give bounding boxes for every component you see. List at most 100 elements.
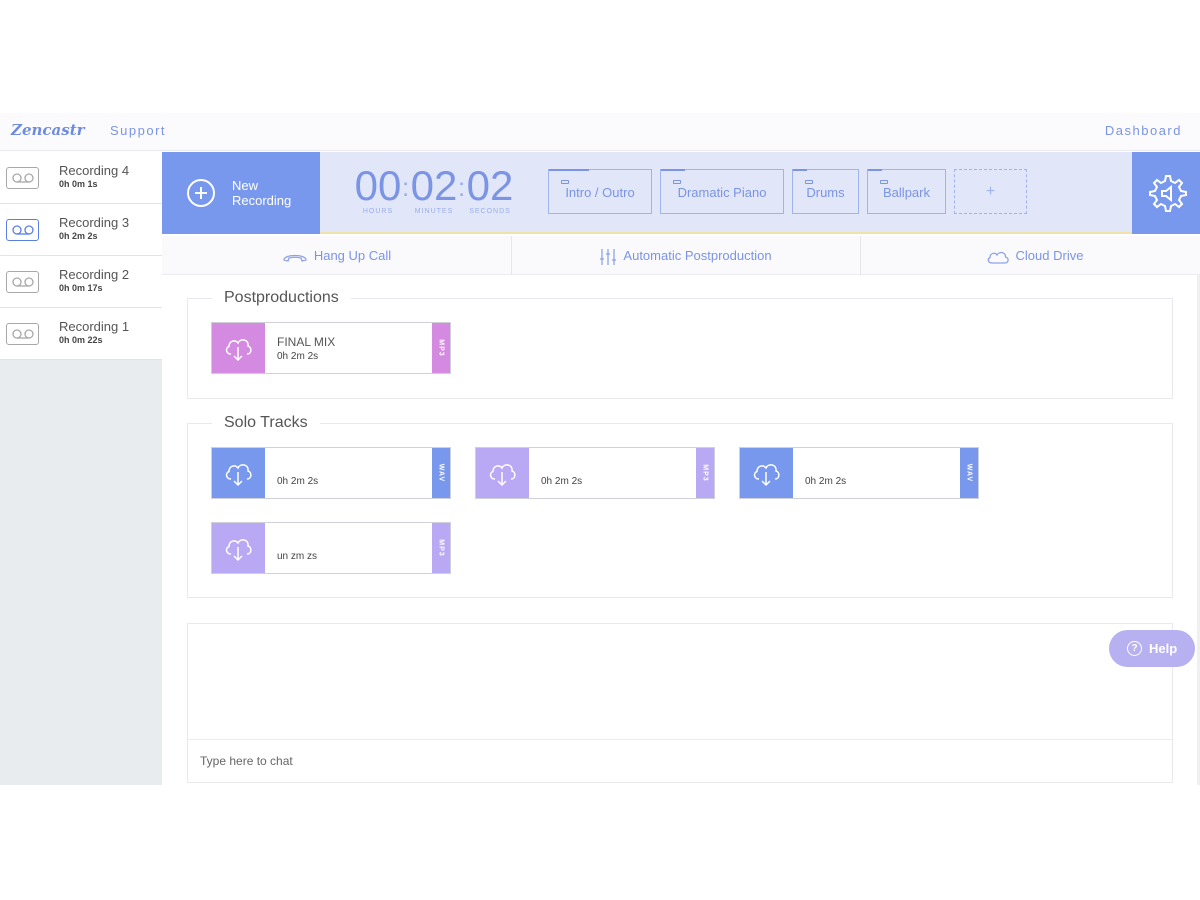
- new-recording-label-line1: New: [232, 178, 259, 193]
- download-button[interactable]: [212, 323, 265, 373]
- recording-duration: 0h 2m 2s: [59, 231, 98, 241]
- timer-separator: :: [402, 172, 410, 202]
- dashboard-link[interactable]: Dashboard: [1105, 123, 1182, 138]
- tape-icon: [6, 167, 39, 189]
- sound-progress-bar: [549, 169, 589, 171]
- recording-name: Recording 3: [59, 215, 130, 230]
- cloud-drive-button[interactable]: Cloud Drive: [860, 236, 1200, 275]
- sound-progress-bar: [661, 169, 685, 171]
- question-icon: ?: [1127, 641, 1142, 656]
- track-duration: un zm zs: [277, 551, 318, 562]
- cloud-drive-label: Cloud Drive: [1015, 248, 1084, 263]
- format-label: MP3: [437, 539, 445, 557]
- timer-hours-label: HOURS: [362, 208, 394, 215]
- download-button[interactable]: [476, 448, 529, 498]
- track-card: 0h 2m 2s WAV: [211, 447, 451, 499]
- solo-tracks-title: Solo Tracks: [212, 414, 320, 432]
- action-bar: Hang Up Call Automatic Postproduction Cl…: [162, 236, 1200, 275]
- tape-icon: [6, 323, 39, 345]
- sound-icon: [805, 180, 813, 184]
- top-bar: Zencastr Support Dashboard: [0, 113, 1200, 151]
- track-card: 0h 2m 2s WAV: [739, 447, 979, 499]
- help-label: Help: [1149, 641, 1178, 656]
- timer-seconds-value: 02: [466, 162, 514, 209]
- timer-hours-value: 00: [354, 162, 402, 209]
- track-card: un zm zs MP3: [211, 522, 451, 574]
- recording-item[interactable]: Recording 3 0h 2m 2s: [0, 204, 162, 256]
- timer-hours: 00 HOURS: [354, 162, 402, 216]
- format-label: WAV: [965, 463, 973, 483]
- timer-minutes-label: MINUTES: [414, 208, 454, 215]
- format-badge: MP3: [696, 448, 714, 498]
- settings-button[interactable]: [1132, 152, 1200, 234]
- tape-icon: [6, 219, 39, 241]
- postproduction-button[interactable]: Automatic Postproduction: [511, 236, 860, 275]
- gear-icon: [1149, 175, 1187, 212]
- hang-up-label: Hang Up Call: [313, 248, 392, 263]
- soundboard-button[interactable]: Intro / Outro: [548, 169, 652, 214]
- recording-name: Recording 4: [59, 163, 130, 178]
- track-duration: 0h 2m 2s: [541, 476, 583, 487]
- recording-item[interactable]: Recording 4 0h 0m 1s: [0, 152, 162, 204]
- new-recording-button[interactable]: New Recording: [162, 152, 320, 234]
- cloud-download-icon: [225, 464, 252, 487]
- help-button[interactable]: ? Help: [1109, 630, 1195, 667]
- plus-circle-icon: [187, 179, 215, 207]
- soundboard-label: Intro / Outro: [565, 185, 635, 200]
- sound-progress-bar: [868, 169, 882, 171]
- cloud-icon: [987, 251, 1009, 264]
- tape-icon: [6, 271, 39, 293]
- track-name: FINAL MIX: [277, 335, 336, 349]
- control-bar: New Recording 00 HOURS : 02 MINUTES : 02…: [162, 152, 1200, 234]
- sound-progress-bar: [793, 169, 807, 171]
- postproduction-label: Automatic Postproduction: [623, 248, 772, 263]
- postproductions-panel: Postproductions FINAL MIX 0h 2m 2s MP3: [187, 289, 1173, 399]
- timer-seconds-label: SECONDS: [469, 208, 511, 215]
- recording-name: Recording 1: [59, 319, 130, 334]
- timer-minutes-value: 02: [410, 162, 458, 209]
- format-badge: WAV: [432, 448, 450, 498]
- soundboard-button[interactable]: Drums: [792, 169, 859, 214]
- cloud-download-icon: [225, 539, 252, 562]
- new-recording-label-line2: Recording: [232, 193, 292, 208]
- download-button[interactable]: [212, 448, 265, 498]
- sound-icon: [673, 180, 681, 184]
- format-label: MP3: [437, 339, 445, 357]
- timer-minutes: 02 MINUTES: [410, 162, 458, 216]
- recording-duration: 0h 0m 22s: [59, 335, 103, 345]
- hang-up-button[interactable]: Hang Up Call: [162, 236, 511, 275]
- phone-hangup-icon: [283, 254, 307, 262]
- solo-tracks-panel: Solo Tracks 0h 2m 2s WAV 0h 2m 2s MP3 0h…: [187, 414, 1173, 598]
- postproductions-title: Postproductions: [212, 289, 351, 307]
- add-sound-button[interactable]: +: [954, 169, 1027, 214]
- chat-panel: [187, 623, 1173, 783]
- sound-icon: [880, 180, 888, 184]
- track-duration: 0h 2m 2s: [277, 351, 319, 362]
- format-badge: MP3: [432, 323, 450, 373]
- app-window: Zencastr Support Dashboard Recording 4 0…: [0, 113, 1200, 785]
- format-label: WAV: [437, 463, 445, 483]
- sliders-icon: [600, 248, 617, 265]
- chat-input[interactable]: [188, 739, 1172, 782]
- sound-icon: [561, 180, 569, 184]
- track-duration: 0h 2m 2s: [277, 476, 319, 487]
- soundboard-button[interactable]: Dramatic Piano: [660, 169, 784, 214]
- recording-item[interactable]: Recording 2 0h 0m 17s: [0, 256, 162, 308]
- cloud-download-icon: [225, 339, 252, 362]
- soundboard-label: Dramatic Piano: [677, 185, 767, 200]
- support-link[interactable]: Support: [110, 123, 166, 138]
- download-button[interactable]: [740, 448, 793, 498]
- cloud-download-icon: [489, 464, 516, 487]
- format-badge: MP3: [432, 523, 450, 573]
- recordings-sidebar: Recording 4 0h 0m 1s Recording 3 0h 2m 2…: [0, 152, 162, 785]
- track-duration: 0h 2m 2s: [805, 476, 847, 487]
- soundboard-label: Ballpark: [883, 185, 930, 200]
- format-badge: WAV: [960, 448, 978, 498]
- soundboard-button[interactable]: Ballpark: [867, 169, 946, 214]
- logo[interactable]: Zencastr: [11, 121, 85, 139]
- recording-item[interactable]: Recording 1 0h 0m 22s: [0, 308, 162, 360]
- recording-duration: 0h 0m 17s: [59, 283, 103, 293]
- timer-seconds: 02 SECONDS: [466, 162, 514, 216]
- download-button[interactable]: [212, 523, 265, 573]
- soundboard-label: Drums: [806, 185, 845, 200]
